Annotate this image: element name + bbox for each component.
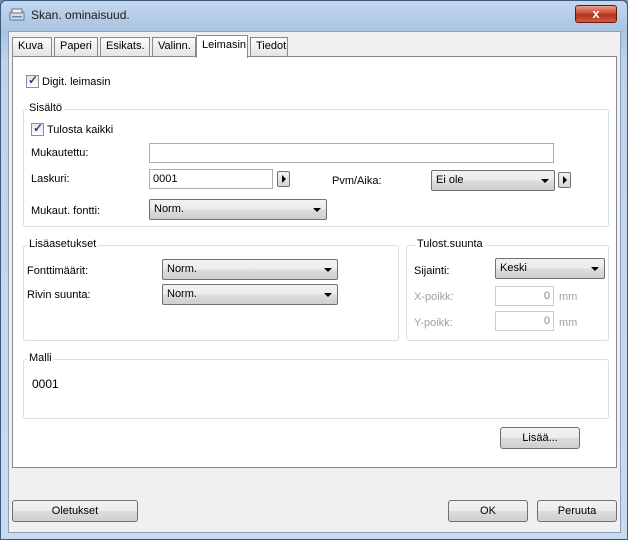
scanner-icon: [9, 8, 25, 21]
custom-font-value: Norm.: [154, 203, 184, 215]
counter-insert-button[interactable]: [277, 171, 290, 187]
datetime-label: Pvm/Aika:: [332, 175, 382, 187]
tab-paperi[interactable]: Paperi: [54, 37, 98, 56]
cancel-button[interactable]: Peruuta: [537, 500, 617, 522]
datetime-value: Ei ole: [436, 174, 464, 186]
tab-tiedot[interactable]: Tiedot: [250, 37, 288, 56]
chevron-down-icon: [541, 179, 549, 183]
datetime-select[interactable]: Ei ole: [431, 170, 555, 191]
print-all-label: Tulosta kaikki: [47, 124, 114, 136]
y-offset-input[interactable]: 0: [495, 311, 554, 331]
sample-group: [23, 359, 609, 419]
print-direction-title: Tulost.suunta: [415, 238, 485, 250]
tab-leimasin[interactable]: Leimasin: [196, 35, 248, 58]
chevron-down-icon: [313, 208, 321, 212]
x-offset-unit: mm: [559, 291, 578, 303]
font-attr-label: Fonttimäärit:: [27, 265, 89, 277]
y-offset-unit: mm: [559, 317, 578, 329]
tab-valinn[interactable]: Valinn.: [152, 37, 196, 56]
tab-esikats[interactable]: Esikats.: [100, 37, 150, 56]
tab-kuva[interactable]: Kuva: [12, 37, 52, 56]
sample-group-title: Malli: [27, 352, 54, 364]
digital-stamp-checkbox[interactable]: [26, 73, 39, 88]
title-bar: Skan. ominaisuud. x: [1, 1, 627, 29]
chevron-down-icon: [324, 268, 332, 272]
x-offset-input[interactable]: 0: [495, 286, 554, 306]
defaults-button[interactable]: Oletukset: [12, 500, 138, 522]
font-attr-select[interactable]: Norm.: [162, 259, 338, 280]
close-button[interactable]: x: [575, 5, 617, 23]
line-direction-select[interactable]: Norm.: [162, 284, 338, 305]
chevron-down-icon: [591, 267, 599, 271]
custom-text-label: Mukautettu:: [31, 147, 89, 159]
font-attr-value: Norm.: [167, 263, 197, 275]
print-all-checkbox[interactable]: [31, 121, 44, 136]
chevron-down-icon: [324, 293, 332, 297]
counter-label: Laskuri:: [31, 173, 70, 185]
digital-stamp-label: Digit. leimasin: [42, 76, 111, 88]
sample-preview: 0001: [32, 377, 59, 391]
dialog-window: Skan. ominaisuud. x Kuva Paperi Esikats.…: [0, 0, 628, 540]
line-direction-label: Rivin suunta:: [27, 289, 91, 301]
ok-button[interactable]: OK: [448, 500, 528, 522]
dialog-client: Kuva Paperi Esikats. Valinn. Leimasin Ti…: [8, 31, 621, 533]
content-group-title: Sisältö: [27, 102, 65, 114]
y-offset-label: Y-poikk:: [414, 317, 453, 329]
custom-text-input[interactable]: [149, 143, 554, 163]
position-label: Sijainti:: [414, 265, 450, 277]
position-select[interactable]: Keski: [495, 258, 605, 279]
custom-font-select[interactable]: Norm.: [149, 199, 327, 220]
x-offset-label: X-poikk:: [414, 291, 454, 303]
close-icon: x: [592, 6, 600, 21]
line-direction-value: Norm.: [167, 288, 197, 300]
position-value: Keski: [500, 262, 527, 274]
window-title: Skan. ominaisuud.: [31, 8, 130, 22]
add-button[interactable]: Lisää...: [500, 427, 580, 449]
tab-panel-leimasin: Digit. leimasin Sisältö Tulosta kaikki M…: [12, 56, 617, 468]
counter-input[interactable]: 0001: [149, 169, 273, 189]
custom-font-label: Mukaut. fontti:: [31, 205, 101, 217]
datetime-insert-button[interactable]: [558, 172, 571, 188]
advanced-group-title: Lisäasetukset: [27, 238, 99, 250]
